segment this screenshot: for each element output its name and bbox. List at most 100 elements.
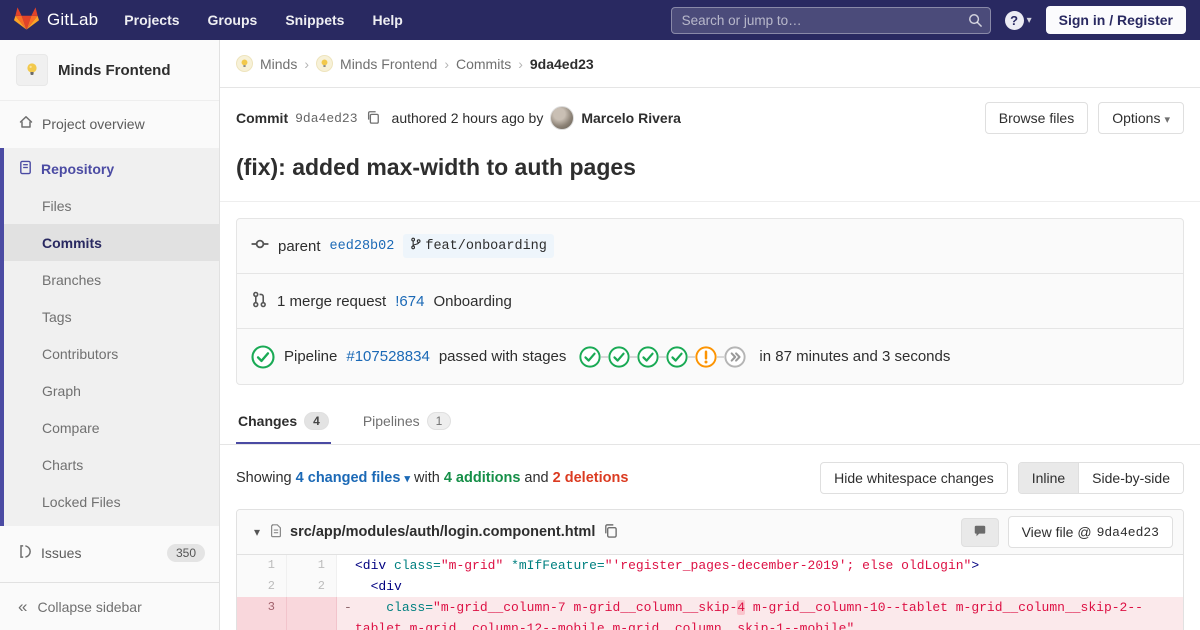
- changes-count-badge: 4: [304, 412, 329, 430]
- diff-body: 1 1 <div class="m-grid" *mIfFeature="'regi…: [237, 555, 1183, 630]
- collapse-file-caret-icon[interactable]: ▾: [254, 525, 260, 539]
- document-icon: [18, 160, 33, 178]
- status-passed-icon[interactable]: [666, 345, 688, 368]
- toggle-comments-button[interactable]: [960, 517, 999, 547]
- view-file-button[interactable]: View file @ 9da4ed23: [1007, 516, 1173, 548]
- diff-line: 1 1 <div class="m-grid" *mIfFeature="'regi…: [237, 555, 1183, 576]
- top-navbar: GitLab Projects Groups Snippets Help ? ▾ Si…: [0, 0, 1200, 40]
- sidebar-item-charts[interactable]: Charts: [4, 446, 219, 483]
- diff-line: 3 - class="m-grid__column-7 m-grid__colum…: [237, 597, 1183, 630]
- pipeline-row: Pipeline #107528834 passed with stages i…: [237, 329, 1183, 384]
- pipeline-duration: in 87 minutes and 3 seconds: [759, 348, 951, 365]
- status-passed-icon[interactable]: [251, 344, 275, 369]
- author-name[interactable]: Marcelo Rivera: [581, 110, 681, 126]
- stage-connector: [717, 355, 725, 358]
- copy-icon: [603, 523, 618, 541]
- pipeline-stages: [579, 345, 746, 368]
- pipelines-count-badge: 1: [426, 412, 452, 430]
- parent-sha-link[interactable]: eed28b02: [330, 239, 395, 254]
- sidebar-item-branches[interactable]: Branches: [4, 261, 219, 298]
- new-line-number[interactable]: 2: [287, 576, 337, 597]
- nav-link-groups[interactable]: Groups: [208, 12, 258, 28]
- new-line-number[interactable]: [287, 597, 337, 630]
- merge-request-name: Onboarding: [433, 292, 512, 310]
- commit-info-box: parent eed28b02 feat/onboarding 1 merge …: [236, 218, 1184, 385]
- browse-files-button[interactable]: Browse files: [984, 102, 1089, 134]
- project-context-header[interactable]: Minds Frontend: [0, 40, 219, 101]
- pipeline-id-link[interactable]: #107528834: [346, 348, 429, 365]
- breadcrumb-link-project[interactable]: Minds Frontend: [340, 56, 437, 72]
- breadcrumb-link-commits[interactable]: Commits: [456, 56, 511, 72]
- commit-icon: [251, 235, 269, 257]
- brand-name: GitLab: [47, 10, 99, 29]
- status-skipped-icon[interactable]: [724, 345, 746, 368]
- search-icon: [968, 13, 983, 31]
- stage-connector: [601, 355, 609, 358]
- nav-link-projects[interactable]: Projects: [124, 12, 179, 28]
- gitlab-tanuki-icon: [14, 6, 39, 34]
- status-passed-icon[interactable]: [637, 345, 659, 368]
- sidebar-item-commits[interactable]: Commits: [4, 224, 219, 261]
- copy-icon: [366, 110, 380, 127]
- collapse-sidebar-button[interactable]: « Collapse sidebar: [0, 582, 219, 630]
- diff-view-toggle: Inline Side-by-side: [1017, 462, 1184, 494]
- tab-pipelines[interactable]: Pipelines 1: [361, 399, 454, 444]
- author-avatar[interactable]: [550, 106, 575, 130]
- status-passed-icon[interactable]: [579, 345, 601, 368]
- sidebar-item-tags[interactable]: Tags: [4, 298, 219, 335]
- help-menu[interactable]: ? ▾: [1004, 10, 1032, 30]
- chevron-down-icon: ▾: [404, 473, 410, 485]
- changed-files-dropdown[interactable]: 4 changed files ▾: [296, 470, 410, 486]
- inline-view-button[interactable]: Inline: [1018, 463, 1079, 493]
- commit-tabs: Changes 4 Pipelines 1: [220, 399, 1200, 445]
- sidebar-item-locked-files[interactable]: Locked Files: [4, 483, 219, 520]
- branch-icon: [410, 237, 421, 255]
- lightbulb-avatar-icon: [16, 54, 48, 86]
- merge-request-link[interactable]: !674: [395, 293, 424, 310]
- breadcrumb-link-group[interactable]: Minds: [260, 56, 297, 72]
- options-dropdown-button[interactable]: Options ▾: [1098, 102, 1184, 134]
- copy-sha-button[interactable]: [364, 108, 382, 129]
- old-line-number[interactable]: 1: [237, 555, 287, 576]
- lightbulb-avatar-icon: [316, 55, 334, 72]
- help-icon: ?: [1004, 10, 1024, 30]
- sidebar-nav: Project overview Repository Files Commits…: [0, 101, 219, 582]
- issues-icon: [18, 544, 33, 562]
- nav-link-snippets[interactable]: Snippets: [285, 12, 344, 28]
- status-warning-icon[interactable]: [695, 345, 717, 368]
- sidebar-item-files[interactable]: Files: [4, 187, 219, 224]
- sidebar-item-issues[interactable]: Issues 350: [0, 534, 219, 571]
- main-content: Minds › Minds Frontend › Commits › 9da4e…: [220, 40, 1200, 630]
- old-line-number[interactable]: 3: [237, 597, 287, 630]
- sidebar-item-contributors[interactable]: Contributors: [4, 335, 219, 372]
- copy-file-path-button[interactable]: [601, 521, 620, 543]
- showing-text: Showing: [236, 470, 292, 486]
- breadcrumb-separator: ›: [518, 55, 523, 72]
- chevron-down-icon: ▾: [1164, 114, 1170, 126]
- old-line-number[interactable]: 2: [237, 576, 287, 597]
- branch-ref-label[interactable]: feat/onboarding: [403, 234, 554, 258]
- gitlab-home-link[interactable]: GitLab: [14, 6, 98, 34]
- tab-changes[interactable]: Changes 4: [236, 399, 331, 444]
- line-content: - class="m-grid__column-7 m-grid__column…: [337, 597, 1183, 630]
- sidebar-item-repository[interactable]: Repository: [4, 150, 219, 187]
- sidebar-item-graph[interactable]: Graph: [4, 372, 219, 409]
- sign-in-register-button[interactable]: Sign in / Register: [1045, 6, 1186, 34]
- additions-count: 4 additions: [443, 470, 521, 486]
- search-input[interactable]: [670, 6, 991, 34]
- issues-count-badge: 350: [166, 543, 205, 562]
- status-passed-icon[interactable]: [608, 345, 630, 368]
- new-line-number[interactable]: 1: [287, 555, 337, 576]
- stage-connector: [630, 355, 638, 358]
- breadcrumb-separator: ›: [444, 55, 449, 72]
- file-path[interactable]: src/app/modules/auth/login.component.htm…: [290, 524, 595, 540]
- file-icon: [269, 523, 283, 541]
- nav-link-help[interactable]: Help: [372, 12, 402, 28]
- sidebar-item-compare[interactable]: Compare: [4, 409, 219, 446]
- project-title: Minds Frontend: [58, 61, 171, 79]
- sidebar-item-project-overview[interactable]: Project overview: [0, 105, 219, 142]
- line-content: <div class="m-grid" *mIfFeature="'regist…: [355, 558, 980, 573]
- project-sidebar: Minds Frontend Project overview Reposito…: [0, 40, 220, 630]
- side-by-side-view-button[interactable]: Side-by-side: [1078, 463, 1183, 493]
- hide-whitespace-button[interactable]: Hide whitespace changes: [820, 462, 1008, 494]
